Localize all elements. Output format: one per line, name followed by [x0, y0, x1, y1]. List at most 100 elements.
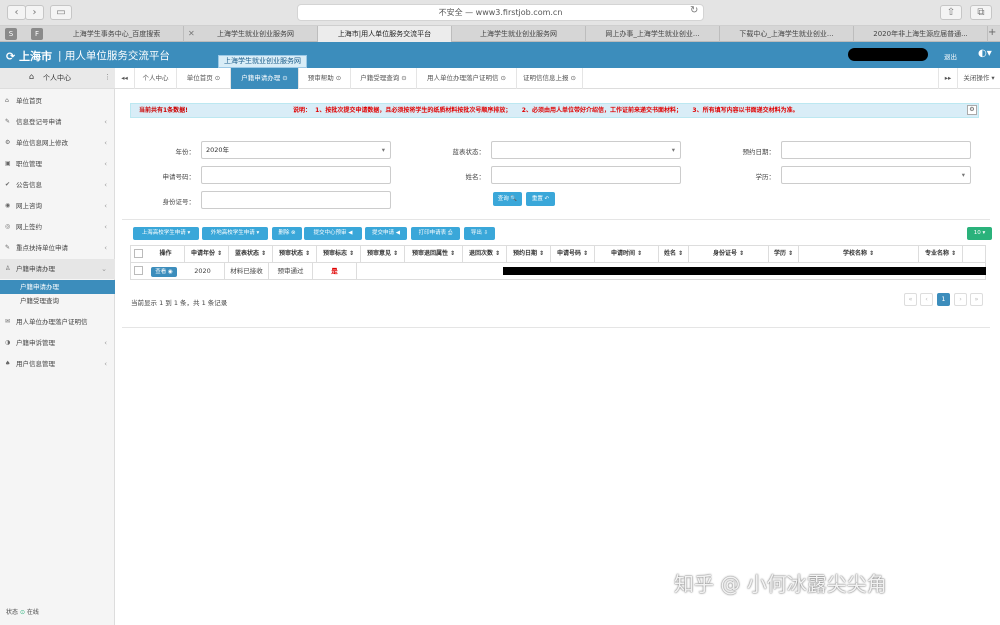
logo: ⟳ 上海市 [6, 50, 53, 63]
name-input[interactable] [491, 166, 681, 184]
sidebar-subitem[interactable]: 户籍申请办理 [0, 280, 115, 294]
table-header-cell[interactable]: 预审标志 ⇕ [317, 246, 361, 262]
table-header-cell[interactable]: 预审意见 ⇕ [361, 246, 405, 262]
education-select[interactable]: ▾ [781, 166, 971, 184]
tooltip-site-name: 上海学生就业创业服务网 [218, 55, 307, 68]
logout-link[interactable]: 退出 [944, 51, 957, 61]
notice-gear-icon[interactable]: ⚙ [967, 105, 977, 115]
sidebar-item-label: 用人单位办理落户证明信 [16, 318, 88, 326]
tabs-scroll-right-icon[interactable]: ▸▸ [938, 68, 958, 89]
settings-icon[interactable]: ◐▾ [978, 48, 992, 59]
view-button[interactable]: 查看 ◉ [151, 267, 177, 277]
table-header-cell[interactable]: 申请号码 ⇕ [551, 246, 595, 262]
tab-unit-home[interactable]: 单位首页 ⊙ [177, 68, 231, 89]
sidebar-toggle-icon[interactable]: ▭ [50, 5, 72, 20]
prev-page-button[interactable]: ‹ [920, 293, 933, 306]
sidebar-item[interactable]: ⚙ 单位信息网上修改 ‹ [0, 133, 115, 153]
new-tab-icon[interactable]: + [988, 27, 996, 38]
table-header-cell[interactable]: 身份证号 ⇕ [689, 246, 769, 262]
close-operations-dropdown[interactable]: 关闭操作 ▾ [958, 68, 1000, 89]
tab-household-query[interactable]: 户籍受理查询 ⊙ [351, 68, 417, 89]
pinned-tab-f[interactable]: F [31, 28, 43, 40]
table-header-cell[interactable]: 预审状态 ⇕ [273, 246, 317, 262]
external-student-apply-button[interactable]: 外地高校学生申请 ▾ [202, 227, 268, 240]
reload-icon[interactable]: ↻ [690, 5, 698, 16]
pinned-tab-s[interactable]: S [5, 28, 17, 40]
table-header-cell[interactable]: 申请年份 ⇕ [185, 246, 229, 262]
select-all-checkbox[interactable] [134, 249, 143, 258]
tab-precheck-help[interactable]: 预审帮助 ⊙ [299, 68, 351, 89]
menu-more-icon[interactable]: ⋮ [104, 73, 111, 81]
sidebar-item-label: 单位信息网上修改 [16, 139, 68, 147]
table-header-cell[interactable]: 姓名 ⇕ [659, 246, 689, 262]
contrast-icon: ◑ [5, 339, 11, 346]
shanghai-student-apply-button[interactable]: 上海高校学生申请 ▾ [133, 227, 199, 240]
query-button[interactable]: 查询 🔍 [493, 192, 522, 206]
page-size-dropdown[interactable]: 10 ▾ [967, 227, 992, 240]
sidebar-item[interactable]: ✉ 用人单位办理落户证明信 [0, 312, 115, 332]
id-number-label: 身份证号： [162, 198, 196, 206]
bell-icon: ♠ [5, 360, 11, 367]
chevron-icon: ‹ [104, 181, 107, 189]
tab-letter-report[interactable]: 证明信信息上报 ⊙ [517, 68, 583, 89]
tab-settlement-letter[interactable]: 用人单位办理落户证明信 ⊙ [417, 68, 517, 89]
last-page-button[interactable]: » [970, 293, 983, 306]
address-bar[interactable]: 不安全 — www3.firstjob.com.cn [297, 4, 704, 21]
edit-icon: ✎ [5, 118, 11, 125]
browser-tab[interactable]: 2020年非上海生源应届普通... [854, 26, 988, 42]
table-header-cell[interactable]: 预审退回属性 ⇕ [405, 246, 463, 262]
application-number-input[interactable] [201, 166, 391, 184]
reset-button[interactable]: 重置 ↶ [526, 192, 555, 206]
row-checkbox[interactable] [134, 266, 143, 275]
back-icon[interactable]: ‹ [7, 5, 26, 20]
personal-center-header[interactable]: ⌂ 个人中心 ⋮ [0, 68, 115, 89]
browser-tab[interactable]: 上海学生就业创业服务网 [184, 26, 318, 42]
current-page-button[interactable]: 1 [937, 293, 950, 306]
browser-tab[interactable]: 上海学生事务中心_百度搜索 [50, 26, 184, 42]
id-number-input[interactable] [201, 191, 391, 209]
tabs-overview-icon[interactable]: ⧉ [970, 5, 992, 20]
sidebar-item[interactable]: ▣ 职位管理 ‹ [0, 154, 115, 174]
browser-tab[interactable]: 上海学生就业创业服务网 [452, 26, 586, 42]
tab-personal-center[interactable]: 个人中心 [135, 68, 177, 89]
table-status-select[interactable]: ▾ [491, 141, 681, 159]
sidebar-item[interactable]: ✔ 公告信息 ‹ [0, 175, 115, 195]
appointment-date-input[interactable] [781, 141, 971, 159]
personal-center-label: 个人中心 [43, 74, 71, 82]
table-header-cell[interactable]: 申请时间 ⇕ [595, 246, 659, 262]
sidebar-item[interactable]: ♙ 户籍申请办理 ⌄ [0, 259, 115, 279]
tabs-scroll-left-icon[interactable]: ◂◂ [115, 68, 135, 89]
export-button[interactable]: 导出 ⇩ [464, 227, 495, 240]
forward-icon[interactable]: › [25, 5, 44, 20]
sidebar-item[interactable]: ✎ 重点扶持单位申请 ‹ [0, 238, 115, 258]
year-select[interactable]: 2020年 ▾ [201, 141, 391, 159]
next-page-button[interactable]: › [954, 293, 967, 306]
table-header-cell[interactable]: 学历 ⇕ [769, 246, 799, 262]
sidebar-item[interactable]: ♠ 用户信息管理 ‹ [0, 354, 115, 374]
chevron-icon: ‹ [104, 244, 107, 252]
page-tabs: ◂◂ 个人中心 单位首页 ⊙ 户籍申请办理 ⊙ 预审帮助 ⊙ 户籍受理查询 ⊙ … [115, 68, 1000, 89]
table-header-cell[interactable]: 蓝表状态 ⇕ [229, 246, 273, 262]
header-title: | 用人单位服务交流平台 [58, 50, 170, 62]
tab-household-apply[interactable]: 户籍申请办理 ⊙ [231, 68, 299, 89]
sidebar-item[interactable]: ◎ 网上签约 ‹ [0, 217, 115, 237]
share-icon[interactable]: ⇧ [940, 5, 962, 20]
browser-tab[interactable]: 网上办事_上海学生就业创业... [586, 26, 720, 42]
table-header-cell[interactable]: 预约日期 ⇕ [507, 246, 551, 262]
sidebar-item[interactable]: ✎ 信息登记号申请 ‹ [0, 112, 115, 132]
browser-tab-active[interactable]: 上海市|用人单位服务交流平台 [318, 26, 452, 42]
sidebar-item[interactable]: ◑ 户籍申诉管理 ‹ [0, 333, 115, 353]
submit-center-precheck-button[interactable]: 提交中心预审 ◀ [304, 227, 362, 240]
submit-application-button[interactable]: 提交申请 ◀ [365, 227, 407, 240]
table-header-cell[interactable]: 专业名称 ⇕ [919, 246, 963, 262]
table-header-cell[interactable]: 学校名称 ⇕ [799, 246, 919, 262]
first-page-button[interactable]: « [904, 293, 917, 306]
sidebar-item[interactable]: ◉ 网上咨询 ‹ [0, 196, 115, 216]
table-header-cell[interactable]: 退回次数 ⇕ [463, 246, 507, 262]
notice-text: 说明： 1、按批次提交申请数据，且必须按将学生的纸质材料按批次号顺序排放； 2、… [293, 107, 799, 114]
sidebar-item[interactable]: ⌂ 单位首页 [0, 91, 115, 111]
delete-button[interactable]: 删除 ⊗ [272, 227, 302, 240]
sidebar-subitem[interactable]: 户籍受理查询 [0, 294, 115, 308]
print-application-button[interactable]: 打印申请表 ⎙ [411, 227, 460, 240]
browser-tab[interactable]: 下载中心_上海学生就业创业... [720, 26, 854, 42]
